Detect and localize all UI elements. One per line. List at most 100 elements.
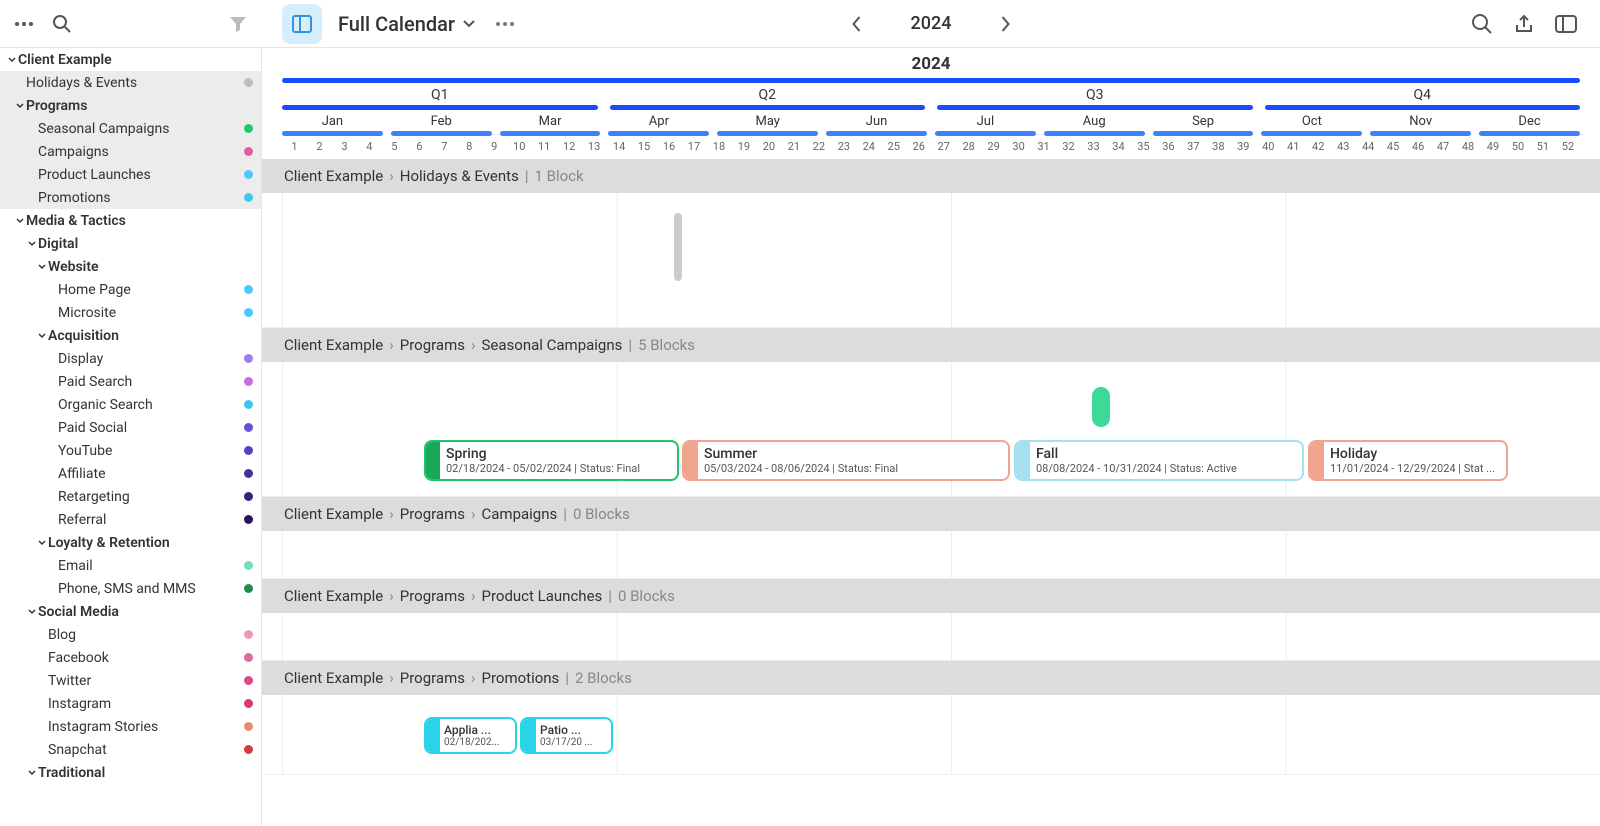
tree-item[interactable]: Instagram <box>0 692 261 715</box>
week-1: 1 <box>282 140 307 153</box>
tree-item[interactable]: Promotions <box>0 186 261 209</box>
view-more-icon[interactable] <box>491 10 519 38</box>
panel-toggle-icon[interactable] <box>1552 10 1580 38</box>
tree-item[interactable]: Website <box>0 255 261 278</box>
lane-header[interactable]: Client Example›Programs›Seasonal Campaig… <box>262 328 1600 362</box>
search-icon[interactable] <box>48 10 76 38</box>
prev-year-button[interactable] <box>843 10 871 38</box>
tree-item[interactable]: Holidays & Events <box>0 71 261 94</box>
block-handle[interactable] <box>522 719 536 752</box>
more-icon[interactable] <box>10 10 38 38</box>
month-feb[interactable]: Feb <box>391 114 492 136</box>
tree-item[interactable]: Organic Search <box>0 393 261 416</box>
tree-item[interactable]: Home Page <box>0 278 261 301</box>
campaign-pill[interactable] <box>1092 387 1110 427</box>
month-jul[interactable]: Jul <box>935 114 1036 136</box>
tree-item[interactable]: Product Launches <box>0 163 261 186</box>
month-may[interactable]: May <box>717 114 818 136</box>
month-oct[interactable]: Oct <box>1261 114 1362 136</box>
quarter-q2[interactable]: Q2 <box>610 87 926 110</box>
tree-item-label: Programs <box>26 98 253 114</box>
breadcrumb-separator: › <box>389 167 394 185</box>
tree-item[interactable]: Twitter <box>0 669 261 692</box>
calendar-block[interactable]: Spring02/18/2024 - 05/02/2024 | Status: … <box>424 440 679 481</box>
tree-item[interactable]: Loyalty & Retention <box>0 531 261 554</box>
tree-item[interactable]: Campaigns <box>0 140 261 163</box>
tree-item[interactable]: Facebook <box>0 646 261 669</box>
tree-item[interactable]: YouTube <box>0 439 261 462</box>
breadcrumb-separator: › <box>389 505 394 523</box>
tree-item[interactable]: Email <box>0 554 261 577</box>
month-apr[interactable]: Apr <box>608 114 709 136</box>
quarter-q4[interactable]: Q4 <box>1265 87 1581 110</box>
tree-item[interactable]: Snapchat <box>0 738 261 761</box>
tree-item[interactable]: Traditional <box>0 761 261 784</box>
tree-item[interactable]: Digital <box>0 232 261 255</box>
week-22: 22 <box>806 140 831 153</box>
tree-item[interactable]: Paid Social <box>0 416 261 439</box>
month-jun[interactable]: Jun <box>826 114 927 136</box>
month-nov[interactable]: Nov <box>1370 114 1471 136</box>
lane-header[interactable]: Client Example›Programs›Campaigns|0 Bloc… <box>262 497 1600 531</box>
color-dot <box>244 193 253 202</box>
tree-item[interactable]: Microsite <box>0 301 261 324</box>
month-dec[interactable]: Dec <box>1479 114 1580 136</box>
month-sep[interactable]: Sep <box>1153 114 1254 136</box>
scrollbar-thumb[interactable] <box>674 213 682 281</box>
share-icon[interactable] <box>1510 10 1538 38</box>
tree-item[interactable]: Acquisition <box>0 324 261 347</box>
caret-icon <box>26 240 38 248</box>
filter-icon[interactable] <box>224 10 252 38</box>
next-year-button[interactable] <box>991 10 1019 38</box>
tree-item[interactable]: Retargeting <box>0 485 261 508</box>
tree-item[interactable]: Instagram Stories <box>0 715 261 738</box>
calendar-block[interactable]: Summer05/03/2024 - 08/06/2024 | Status: … <box>682 440 1010 481</box>
month-aug[interactable]: Aug <box>1044 114 1145 136</box>
block-handle[interactable] <box>1310 442 1324 479</box>
week-11: 11 <box>532 140 557 153</box>
view-mode-icon[interactable] <box>282 4 322 44</box>
calendar-block[interactable]: Holiday11/01/2024 - 12/29/2024 | Stat ..… <box>1308 440 1508 481</box>
breadcrumb-separator: › <box>389 669 394 687</box>
tree-item[interactable]: Phone, SMS and MMS <box>0 577 261 600</box>
tree-item[interactable]: Media & Tactics <box>0 209 261 232</box>
color-dot <box>244 630 253 639</box>
breadcrumb-separator: › <box>471 336 476 354</box>
month-mar[interactable]: Mar <box>500 114 601 136</box>
lane-header[interactable]: Client Example›Programs›Promotions|2 Blo… <box>262 661 1600 695</box>
lane-header[interactable]: Client Example›Holidays & Events|1 Block <box>262 159 1600 193</box>
tree-item[interactable]: Programs <box>0 94 261 117</box>
week-8: 8 <box>457 140 482 153</box>
tree-root[interactable]: Client Example <box>0 48 261 71</box>
breadcrumb: Client Example <box>284 505 383 523</box>
tree-item[interactable]: Affiliate <box>0 462 261 485</box>
view-selector[interactable]: Full Calendar <box>338 12 475 36</box>
tree-item[interactable]: Social Media <box>0 600 261 623</box>
tree-item[interactable]: Display <box>0 347 261 370</box>
tree-item[interactable]: Paid Search <box>0 370 261 393</box>
lane-body <box>262 531 1600 579</box>
quarter-q3[interactable]: Q3 <box>937 87 1253 110</box>
week-5: 5 <box>382 140 407 153</box>
month-jan[interactable]: Jan <box>282 114 383 136</box>
quarter-q1[interactable]: Q1 <box>282 87 598 110</box>
calendar-block[interactable]: Fall08/08/2024 - 10/31/2024 | Status: Ac… <box>1014 440 1304 481</box>
tree-item-label: Affiliate <box>58 466 244 482</box>
block-handle[interactable] <box>426 719 440 752</box>
calendar-block[interactable]: Applia ...02/18/202... <box>424 717 517 754</box>
year-bar <box>282 78 1580 83</box>
tree-item[interactable]: Referral <box>0 508 261 531</box>
calendar-block[interactable]: Patio ...03/17/20 ... <box>520 717 613 754</box>
tree-item[interactable]: Seasonal Campaigns <box>0 117 261 140</box>
block-handle[interactable] <box>1016 442 1030 479</box>
tree-item-label: Paid Search <box>58 374 244 390</box>
search-main-icon[interactable] <box>1468 10 1496 38</box>
tree-item[interactable]: Blog <box>0 623 261 646</box>
block-handle[interactable] <box>426 442 440 479</box>
block-handle[interactable] <box>684 442 698 479</box>
week-15: 15 <box>632 140 657 153</box>
color-dot <box>244 147 253 156</box>
breadcrumb: Programs <box>400 505 465 523</box>
caret-icon <box>26 769 38 777</box>
lane-header[interactable]: Client Example›Programs›Product Launches… <box>262 579 1600 613</box>
